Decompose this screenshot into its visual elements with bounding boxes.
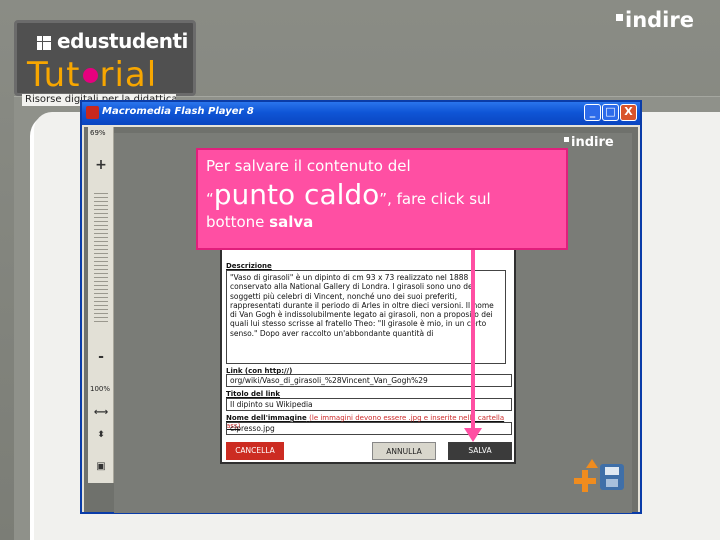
- maximize-button[interactable]: □: [602, 104, 619, 121]
- link-title-input[interactable]: Il dipinto su Wikipedia: [226, 398, 512, 411]
- indire-logo-icon: [616, 14, 623, 21]
- tutorial-logo: edustudenti Tut rial: [14, 20, 196, 96]
- callout-line-3: bottone salva: [206, 213, 314, 231]
- add-hotspot-icon[interactable]: [574, 470, 596, 492]
- indire-small-logo: indire: [564, 135, 614, 150]
- flash-app-icon: [86, 106, 99, 119]
- zoom-toolbar: 69% + - 100% ⟷ ⬍ ▣: [88, 127, 114, 483]
- annulla-button[interactable]: ANNULLA: [372, 442, 436, 460]
- callout-line-2: “punto caldo”, fare click sul: [206, 178, 491, 211]
- add-icon-pointer: [586, 459, 598, 468]
- cancel-button[interactable]: CANCELLA: [226, 442, 284, 460]
- logo-dot-icon: [82, 68, 98, 83]
- callout-bold: salva: [269, 213, 314, 231]
- tutorial-title: Tut rial: [27, 55, 158, 95]
- description-textarea[interactable]: "Vaso di girasoli" è un dipinto di cm 93…: [226, 270, 506, 364]
- link-title-label: Titolo del link: [226, 390, 281, 398]
- pointer-arrow: [471, 250, 475, 430]
- callout-highlight: punto caldo: [213, 178, 380, 211]
- fit-width-icon[interactable]: ⟷: [92, 405, 110, 421]
- indire-small-icon: [564, 137, 569, 142]
- zoom-reset-button[interactable]: 100%: [90, 385, 110, 393]
- salva-button[interactable]: SALVA: [448, 442, 512, 460]
- callout-line-1: Per salvare il contenuto del: [206, 157, 411, 175]
- indire-logo: indire: [616, 8, 694, 32]
- edustudenti-logo-icon: [37, 36, 51, 50]
- zoom-out-button[interactable]: -: [92, 349, 110, 365]
- window-title: Macromedia Flash Player 8: [102, 106, 254, 117]
- minimize-button[interactable]: _: [584, 104, 601, 121]
- zoom-level: 69%: [90, 129, 106, 137]
- window-titlebar[interactable]: Macromedia Flash Player 8 _ □ X: [82, 102, 640, 125]
- fullscreen-icon[interactable]: ▣: [92, 459, 110, 475]
- save-disk-icon[interactable]: [600, 464, 624, 490]
- zoom-in-button[interactable]: +: [92, 157, 110, 173]
- fit-height-icon[interactable]: ⬍: [92, 427, 110, 443]
- link-input[interactable]: org/wiki/Vaso_di_girasoli_%28Vincent_Van…: [226, 374, 512, 387]
- pointer-arrow-head-icon: [464, 428, 482, 442]
- description-label: Descrizione: [226, 262, 272, 270]
- instruction-callout: Per salvare il contenuto del “punto cald…: [196, 148, 568, 250]
- close-button[interactable]: X: [620, 104, 637, 121]
- zoom-slider[interactable]: [94, 193, 108, 323]
- edustudenti-label: edustudenti: [57, 29, 188, 53]
